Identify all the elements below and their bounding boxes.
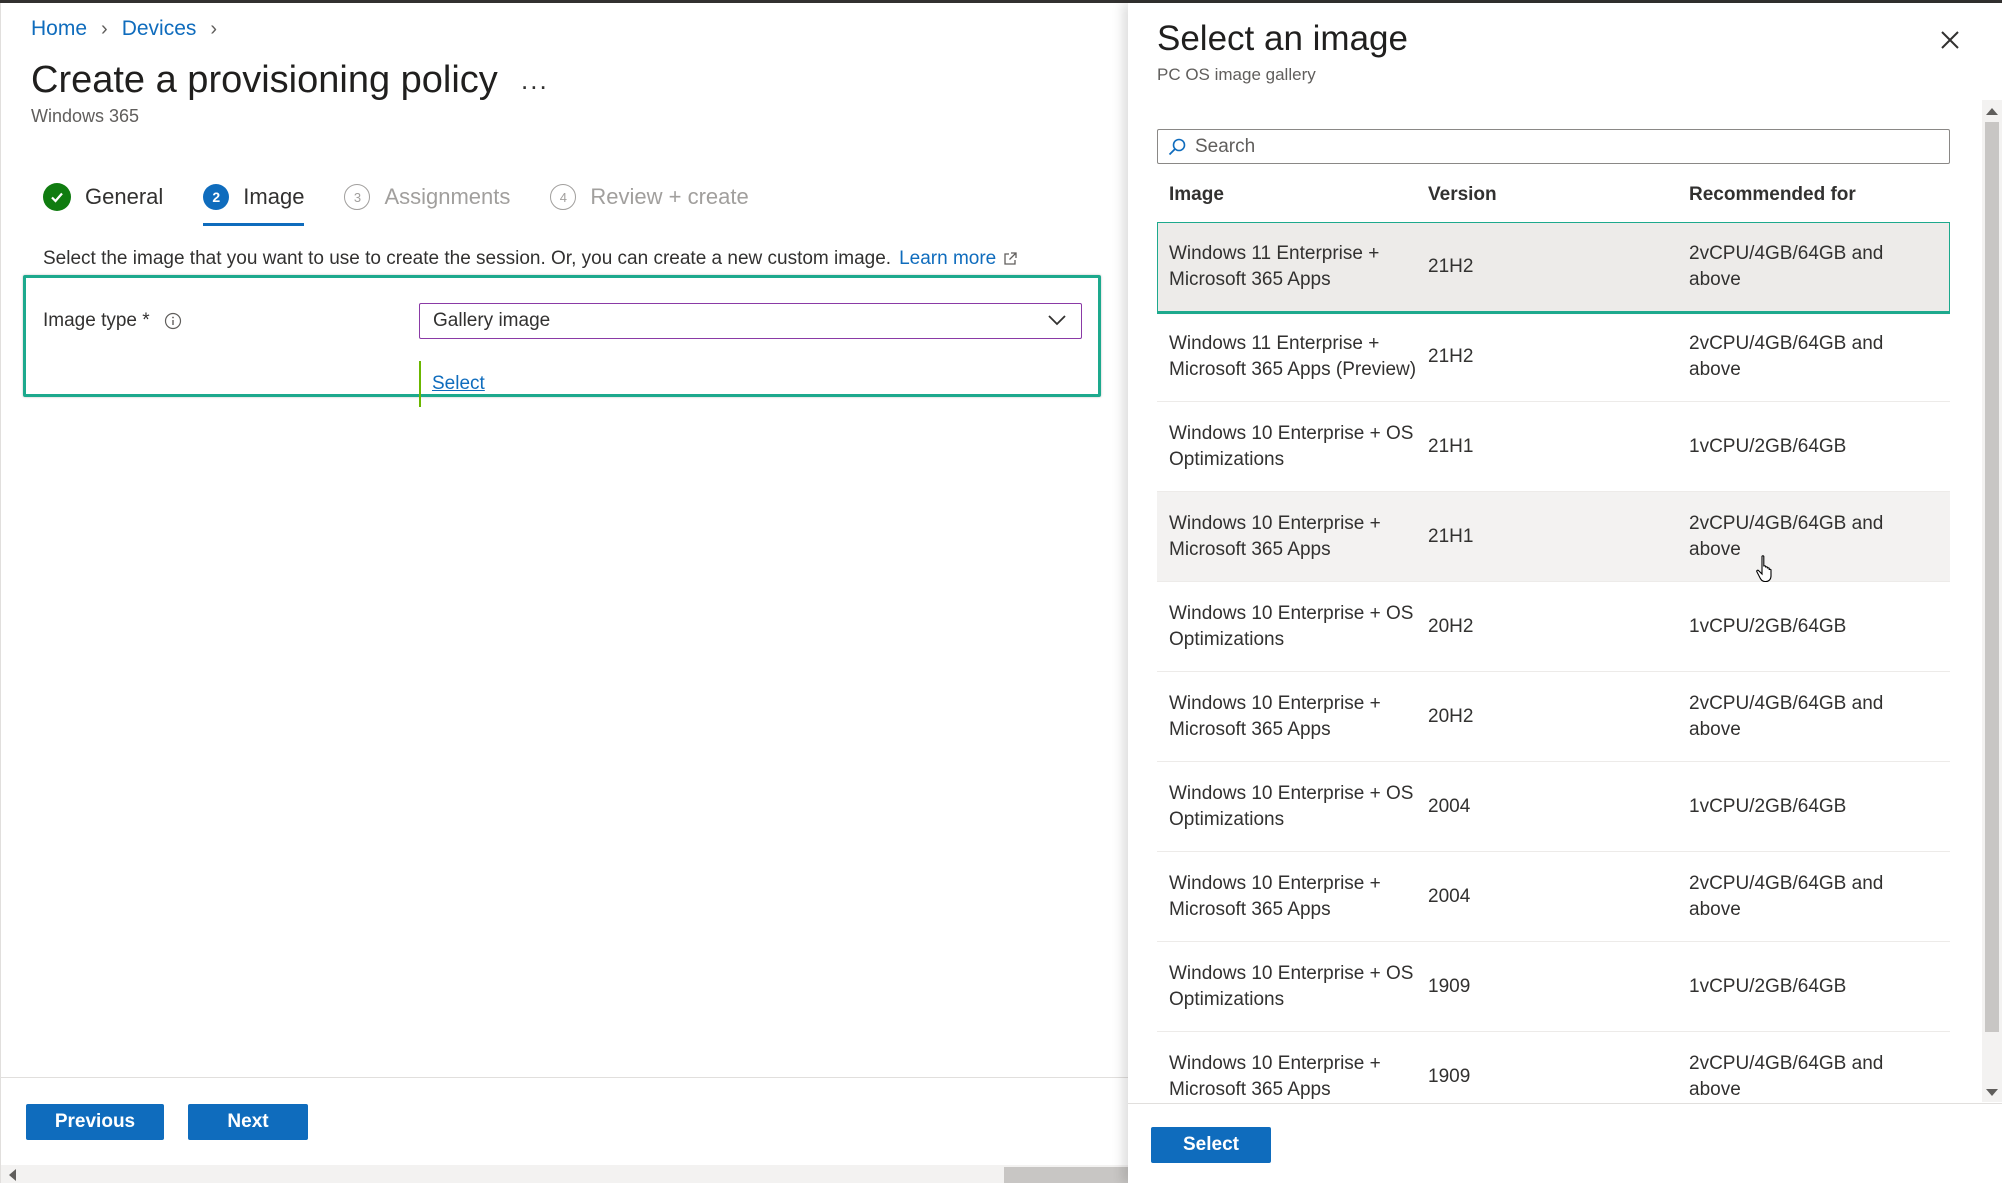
- tab-review-create-label: Review + create: [590, 184, 749, 209]
- tab-assignments[interactable]: 3 Assignments: [344, 184, 510, 210]
- image-version: 2004: [1428, 795, 1471, 817]
- tab-general-label: General: [85, 184, 164, 209]
- tab-image[interactable]: 2 Image: [203, 184, 305, 226]
- column-header-image[interactable]: Image: [1169, 184, 1421, 206]
- chevron-right-icon: ›: [210, 17, 218, 40]
- breadcrumb-devices[interactable]: Devices: [122, 17, 197, 41]
- image-recommended: 1vCPU/2GB/64GB: [1689, 795, 1847, 817]
- tab-image-label: Image: [243, 184, 305, 209]
- page-subtitle: Windows 365: [31, 106, 140, 126]
- image-version: 21H1: [1428, 525, 1474, 547]
- panel-footer-divider: [1128, 1103, 2002, 1104]
- step-number-badge: 2: [203, 184, 230, 210]
- image-type-field-label: Image type *: [43, 310, 182, 332]
- image-version: 1909: [1428, 1065, 1471, 1087]
- wizard-steps: General 2 Image 3 Assignments 4 Review +…: [43, 183, 789, 226]
- image-type-value: Gallery image: [433, 310, 551, 331]
- image-name: Windows 11 Enterprise + Microsoft 365 Ap…: [1169, 332, 1417, 380]
- image-version: 1909: [1428, 975, 1471, 997]
- panel-title: Select an image: [1157, 19, 1408, 58]
- image-version: 21H1: [1428, 435, 1474, 457]
- select-image-link[interactable]: Select: [432, 373, 485, 395]
- scroll-left-icon[interactable]: [9, 1169, 16, 1181]
- image-instructions: Select the image that you want to use to…: [43, 248, 1018, 270]
- image-version: 21H2: [1428, 255, 1474, 277]
- breadcrumb: Home › Devices ›: [31, 17, 231, 41]
- image-table-body: Windows 11 Enterprise + Microsoft 365 Ap…: [1157, 222, 1950, 1102]
- image-recommended: 1vCPU/2GB/64GB: [1689, 615, 1847, 637]
- image-name: Windows 10 Enterprise + OS Optimizations: [1169, 422, 1414, 470]
- table-row[interactable]: Windows 10 Enterprise + OS Optimizations…: [1157, 942, 1950, 1032]
- breadcrumb-home[interactable]: Home: [31, 17, 87, 41]
- image-type-label: Image type *: [43, 310, 150, 331]
- external-link-icon: [1002, 251, 1018, 267]
- table-row[interactable]: Windows 10 Enterprise + Microsoft 365 Ap…: [1157, 492, 1950, 583]
- close-icon[interactable]: [1937, 27, 1963, 53]
- image-version: 20H2: [1428, 615, 1474, 637]
- step-number-badge: 3: [344, 184, 371, 210]
- table-row[interactable]: Windows 10 Enterprise + Microsoft 365 Ap…: [1157, 672, 1950, 762]
- column-header-version[interactable]: Version: [1428, 184, 1668, 206]
- image-name: Windows 10 Enterprise + OS Optimizations: [1169, 962, 1414, 1010]
- image-recommended: 2vCPU/4GB/64GB and above: [1689, 872, 1884, 920]
- info-icon[interactable]: [164, 312, 182, 330]
- search-placeholder: Search: [1195, 135, 1256, 157]
- image-recommended: 1vCPU/2GB/64GB: [1689, 435, 1847, 457]
- step-number-badge: 4: [550, 184, 577, 210]
- image-name: Windows 10 Enterprise + Microsoft 365 Ap…: [1169, 692, 1381, 740]
- image-name: Windows 10 Enterprise + Microsoft 365 Ap…: [1169, 872, 1381, 920]
- image-recommended: 2vCPU/4GB/64GB and above: [1689, 1052, 1884, 1100]
- footer-divider: [1, 1077, 1129, 1078]
- provisioning-policy-pane: Home › Devices › Create a provisioning p…: [0, 3, 1129, 1183]
- tab-assignments-label: Assignments: [384, 184, 511, 209]
- horizontal-scrollbar[interactable]: [1, 1165, 1129, 1183]
- next-button[interactable]: Next: [188, 1104, 308, 1140]
- image-type-dropdown[interactable]: Gallery image: [419, 303, 1082, 339]
- image-recommended: 1vCPU/2GB/64GB: [1689, 975, 1847, 997]
- more-options-button[interactable]: ...: [521, 65, 549, 96]
- chevron-right-icon: ›: [101, 17, 108, 40]
- image-recommended: 2vCPU/4GB/64GB and above: [1689, 692, 1884, 740]
- instruction-text: Select the image that you want to use to…: [43, 248, 892, 269]
- table-header: Image Version Recommended for: [1157, 177, 1950, 213]
- image-version: 2004: [1428, 885, 1471, 907]
- validation-bar: [419, 361, 421, 407]
- search-input[interactable]: Search: [1157, 129, 1950, 164]
- image-name: Windows 10 Enterprise + OS Optimizations: [1169, 782, 1414, 830]
- scroll-down-icon[interactable]: [1986, 1089, 1998, 1096]
- image-name: Windows 10 Enterprise + Microsoft 365 Ap…: [1169, 512, 1381, 560]
- active-tab-indicator: [203, 223, 305, 226]
- tab-general[interactable]: General: [43, 183, 163, 211]
- table-row[interactable]: Windows 10 Enterprise + Microsoft 365 Ap…: [1157, 1032, 1950, 1102]
- checkmark-icon: [43, 183, 71, 211]
- image-version: 21H2: [1428, 345, 1474, 367]
- image-recommended: 2vCPU/4GB/64GB and above: [1689, 332, 1884, 380]
- image-name: Windows 10 Enterprise + Microsoft 365 Ap…: [1169, 1052, 1381, 1100]
- column-header-recommended[interactable]: Recommended for: [1689, 184, 1939, 206]
- image-recommended: 2vCPU/4GB/64GB and above: [1689, 512, 1884, 560]
- select-button[interactable]: Select: [1151, 1127, 1271, 1163]
- select-image-panel: Select an image PC OS image gallery Sear…: [1128, 3, 2002, 1183]
- page-title: Create a provisioning policy: [31, 59, 498, 101]
- table-row[interactable]: Windows 10 Enterprise + OS Optimizations…: [1157, 582, 1950, 672]
- previous-button[interactable]: Previous: [26, 1104, 164, 1140]
- tab-review-create[interactable]: 4 Review + create: [550, 184, 749, 210]
- table-row[interactable]: Windows 11 Enterprise + Microsoft 365 Ap…: [1157, 222, 1950, 314]
- table-row[interactable]: Windows 11 Enterprise + Microsoft 365 Ap…: [1157, 312, 1950, 402]
- learn-more-link[interactable]: Learn more: [899, 248, 996, 270]
- image-version: 20H2: [1428, 705, 1474, 727]
- table-row[interactable]: Windows 10 Enterprise + OS Optimizations…: [1157, 762, 1950, 852]
- image-name: Windows 11 Enterprise + Microsoft 365 Ap…: [1169, 242, 1380, 290]
- scrollbar-thumb[interactable]: [1985, 122, 1999, 1032]
- vertical-scrollbar[interactable]: [1982, 100, 2002, 1102]
- panel-subtitle: PC OS image gallery: [1157, 65, 1316, 84]
- table-row[interactable]: Windows 10 Enterprise + OS Optimizations…: [1157, 402, 1950, 492]
- image-recommended: 2vCPU/4GB/64GB and above: [1689, 242, 1884, 290]
- scrollbar-thumb[interactable]: [1004, 1167, 1129, 1183]
- search-icon: [1167, 137, 1187, 157]
- table-row[interactable]: Windows 10 Enterprise + Microsoft 365 Ap…: [1157, 852, 1950, 942]
- image-name: Windows 10 Enterprise + OS Optimizations: [1169, 602, 1414, 650]
- scroll-up-icon[interactable]: [1986, 108, 1998, 115]
- chevron-down-icon: [1047, 310, 1067, 332]
